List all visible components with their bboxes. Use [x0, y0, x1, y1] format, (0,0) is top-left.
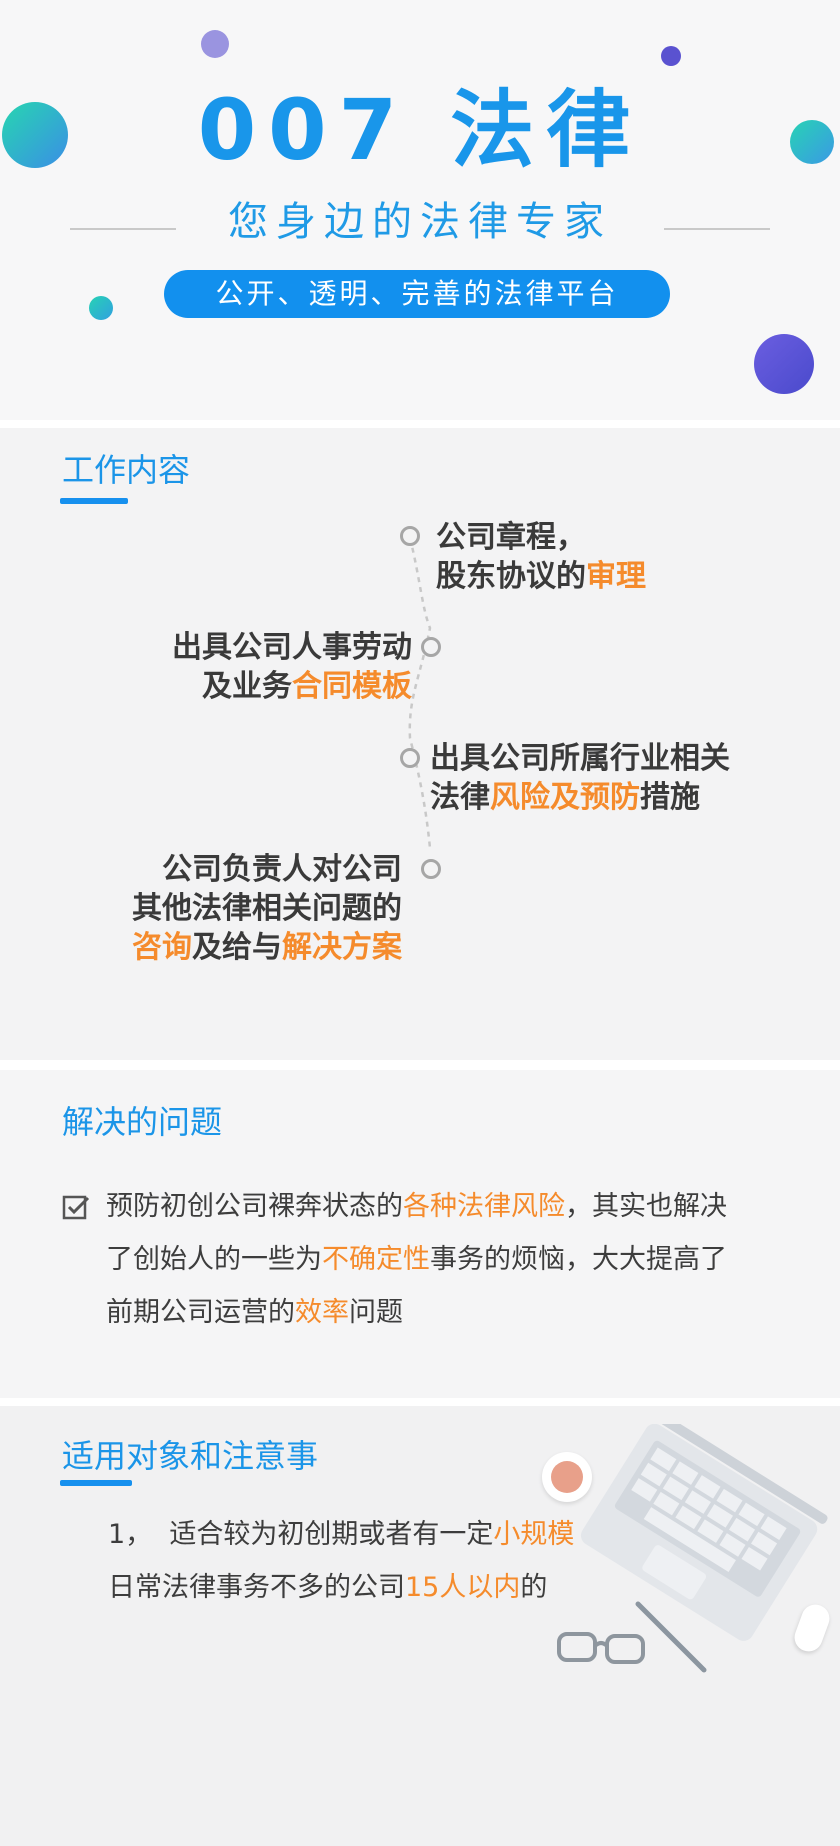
item-line: 及业务合同模板 — [80, 667, 412, 706]
text-line: 了创始人的一些为不确定性事务的烦恼，大大提高了 — [106, 1233, 806, 1286]
timeline-item-risk: 出具公司所属行业相关 法律风险及预防措施 — [430, 739, 730, 817]
section-title: 工作内容 — [62, 451, 191, 489]
section-title-underline — [60, 1480, 132, 1486]
item-line: 咨询及给与解决方案 — [60, 928, 402, 967]
item-line: 公司负责人对公司 — [162, 852, 402, 887]
text: 前期公司运营的 — [106, 1297, 295, 1328]
text-line: 日常法律事务不多的公司15人以内的 — [108, 1561, 668, 1614]
item-line: 其他法律相关问题的 — [132, 891, 402, 926]
item-line: 股东协议的审理 — [436, 557, 646, 596]
text-line: 前期公司运营的效率问题 — [106, 1286, 806, 1339]
text: 问题 — [349, 1297, 403, 1328]
text: 了创始人的一些为 — [106, 1244, 322, 1275]
timeline-node — [421, 859, 441, 879]
highlight: 小规模 — [493, 1519, 575, 1550]
timeline-node — [400, 748, 420, 768]
tagline-badge: 公开、透明、完善的法律平台 — [164, 270, 670, 318]
item-text: 措施 — [640, 780, 700, 815]
item-highlight: 审理 — [586, 559, 646, 594]
section-title: 解决的问题 — [62, 1103, 223, 1141]
item-highlight: 咨询 — [132, 930, 192, 965]
text: 日常法律事务不多的公司 — [108, 1572, 405, 1603]
section-title-underline — [60, 498, 128, 504]
item-line: 公司章程， — [436, 520, 586, 555]
highlight: 不确定性 — [322, 1244, 430, 1275]
glasses-icon — [557, 1632, 645, 1664]
page-subtitle: 您身边的法律专家 — [228, 199, 612, 245]
timeline-item-articles: 公司章程， 股东协议的审理 — [436, 518, 646, 596]
audience-description: 1， 适合较为初创期或者有一定小规模 日常法律事务不多的公司15人以内的 — [108, 1508, 668, 1614]
text: 1， 适合较为初创期或者有一定 — [108, 1519, 494, 1550]
problems-description: 预防初创公司裸奔状态的各种法律风险，其实也解决 了创始人的一些为不确定性事务的烦… — [106, 1180, 806, 1339]
item-text: 及业务 — [202, 669, 292, 704]
decor-dot — [89, 296, 113, 320]
item-line: 法律风险及预防措施 — [430, 778, 730, 817]
item-highlight: 解决方案 — [282, 930, 402, 965]
highlight: 15人以内 — [405, 1572, 521, 1603]
text-line: 预防初创公司裸奔状态的各种法律风险，其实也解决 — [106, 1180, 806, 1233]
timeline-item-consulting: 公司负责人对公司 其他法律相关问题的 咨询及给与解决方案 — [60, 850, 402, 967]
highlight: 各种法律风险 — [403, 1191, 565, 1222]
item-line: 出具公司人事劳动 — [172, 630, 412, 665]
text: 预防初创公司裸奔状态的 — [106, 1191, 403, 1222]
page-title: 007 法律 — [197, 81, 643, 179]
timeline-item-contracts: 出具公司人事劳动 及业务合同模板 — [80, 628, 412, 706]
text: 的 — [520, 1572, 548, 1603]
decor-dot — [201, 30, 229, 58]
text: 事务的烦恼，大大提高了 — [430, 1244, 727, 1275]
text-line: 1， 适合较为初创期或者有一定小规模 — [108, 1508, 668, 1561]
section-applicable-audience: 适用对象和注意事 1， 适合较为初创期或者有一定小规模 日常法律事务不多的公司1… — [0, 1406, 840, 1846]
decor-dot — [754, 334, 814, 394]
item-text: 法律 — [430, 780, 490, 815]
item-text: 股东协议的 — [436, 559, 586, 594]
item-line: 出具公司所属行业相关 — [430, 741, 730, 776]
text: ，其实也解决 — [565, 1191, 727, 1222]
decor-dot — [661, 46, 681, 66]
timeline-node — [421, 637, 441, 657]
item-text: 及给与 — [192, 930, 282, 965]
section-work-content: 工作内容 公司章程， 股东协议的审理 出具公司人事劳动 及业务合同模板 出具公司… — [0, 428, 840, 1060]
checkbox-icon — [62, 1195, 90, 1220]
item-highlight: 风险及预防 — [490, 780, 640, 815]
hero-banner: 007 法律 您身边的法律专家 公开、透明、完善的法律平台 — [0, 0, 840, 420]
item-highlight: 合同模板 — [292, 669, 412, 704]
section-problems-solved: 解决的问题 预防初创公司裸奔状态的各种法律风险，其实也解决 了创始人的一些为不确… — [0, 1070, 840, 1398]
timeline-node — [400, 526, 420, 546]
coffee-cup-icon — [542, 1452, 592, 1502]
highlight: 效率 — [295, 1297, 349, 1328]
section-title: 适用对象和注意事 — [62, 1437, 319, 1475]
